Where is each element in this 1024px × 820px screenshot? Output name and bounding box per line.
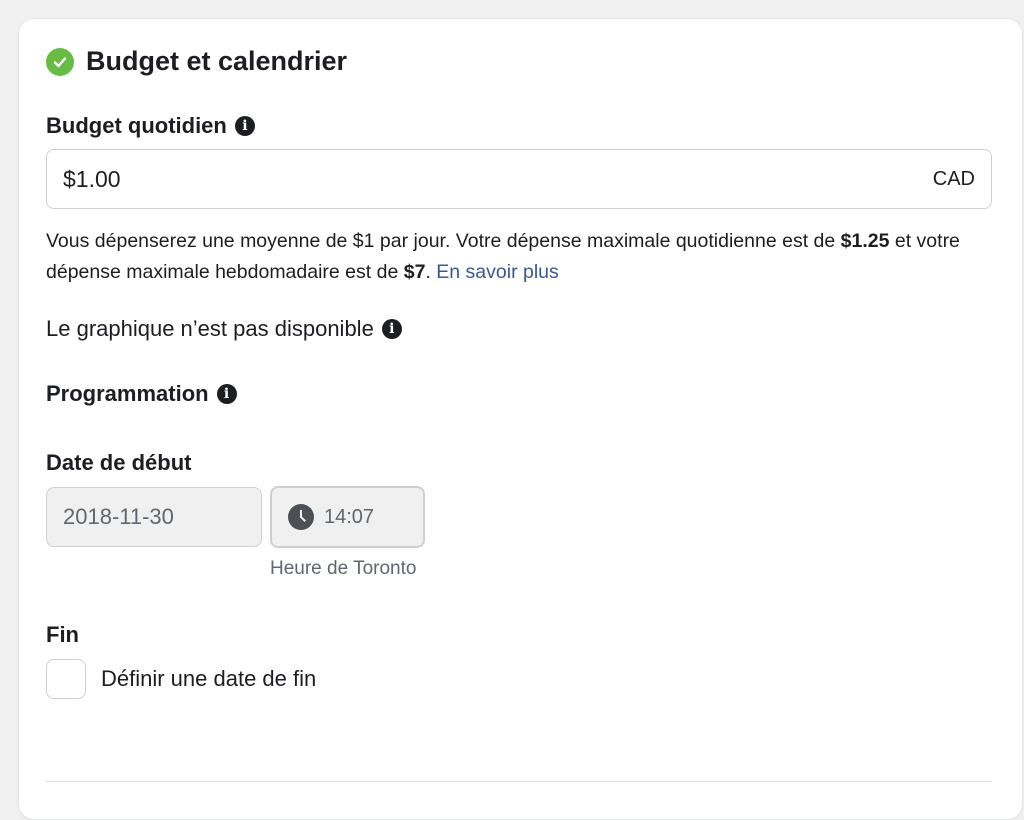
max-daily-value: $1.25 <box>840 230 890 252</box>
budget-value[interactable]: $1.00 <box>63 166 121 193</box>
start-date-value: 2018-11-30 <box>63 504 174 529</box>
info-icon[interactable]: i <box>381 319 402 339</box>
daily-budget-label-row: Budget quotidien i <box>46 113 255 139</box>
divider <box>46 781 992 782</box>
info-icon[interactable]: i <box>234 116 255 136</box>
graph-unavailable-row: Le graphique n’est pas disponible i <box>46 316 402 342</box>
check-circle-icon <box>46 47 74 76</box>
max-weekly-value: $7 <box>403 261 426 283</box>
timezone-label: Heure de Toronto <box>270 558 417 579</box>
learn-more-link[interactable]: En savoir plus <box>436 261 558 283</box>
daily-budget-label: Budget quotidien <box>46 113 227 138</box>
info-icon[interactable]: i <box>216 384 237 404</box>
section-title: Budget et calendrier <box>86 46 348 76</box>
daily-budget-input[interactable]: $1.00 CAD <box>46 149 992 209</box>
end-date-checkbox[interactable] <box>46 659 86 699</box>
desc-suffix: . <box>425 261 437 283</box>
clock-icon <box>288 504 314 530</box>
section-header: Budget et calendrier <box>46 46 347 77</box>
start-time-field[interactable]: 14:07 <box>270 486 425 548</box>
desc-prefix: Vous dépenserez une moyenne de $1 par jo… <box>46 230 841 252</box>
budget-description: Vous dépenserez une moyenne de $1 par jo… <box>46 226 986 288</box>
start-time-value: 14:07 <box>324 505 375 528</box>
start-date-field[interactable]: 2018-11-30 <box>46 487 262 547</box>
end-label: Fin <box>46 622 79 647</box>
schedule-label-row: Programmation i <box>46 381 237 407</box>
graph-unavailable-text: Le graphique n’est pas disponible <box>46 316 374 341</box>
end-date-checkbox-label[interactable]: Définir une date de fin <box>101 666 316 692</box>
schedule-label: Programmation <box>46 381 209 406</box>
start-date-label: Date de début <box>46 450 192 475</box>
currency-label: CAD <box>932 167 975 190</box>
